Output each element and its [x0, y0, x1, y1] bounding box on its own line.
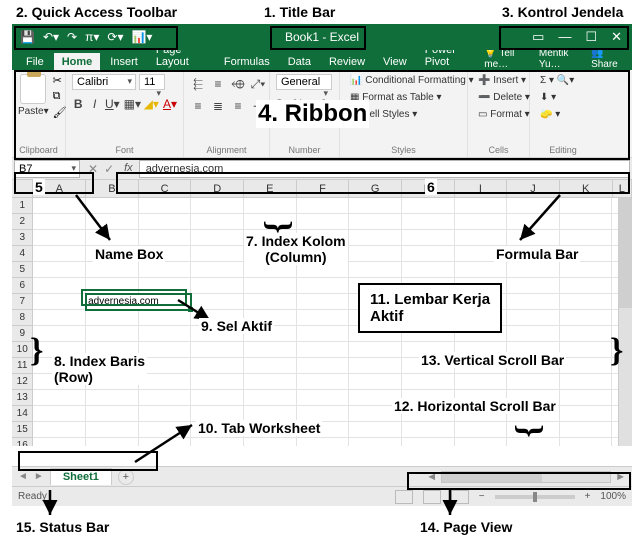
- label-indexrow: 8. Index Baris (Row): [52, 353, 147, 385]
- label-formulabar: Formula Bar: [494, 246, 580, 262]
- label-activesheet: 11. Lembar Kerja Aktif: [358, 283, 502, 333]
- label-activecell: 9. Sel Aktif: [199, 318, 274, 334]
- label-indexcol: 7. Index Kolom (Column): [244, 233, 348, 265]
- label-namebox: Name Box: [93, 246, 165, 262]
- label-ribbon: 4. Ribbon: [256, 100, 369, 128]
- label-tabws: 10. Tab Worksheet: [196, 420, 322, 436]
- label-6: 6: [425, 179, 437, 195]
- label-pageview: 14. Page View: [418, 519, 514, 535]
- label-statusbar: 15. Status Bar: [14, 519, 111, 535]
- label-5: 5: [33, 179, 45, 195]
- label-titlebar: 1. Title Bar: [262, 4, 337, 20]
- label-vscroll: 13. Vertical Scroll Bar: [419, 352, 566, 368]
- label-wincontrol: 3. Kontrol Jendela: [500, 4, 625, 20]
- label-qat: 2. Quick Access Toolbar: [14, 4, 179, 20]
- label-hscroll: 12. Horizontal Scroll Bar: [392, 398, 558, 414]
